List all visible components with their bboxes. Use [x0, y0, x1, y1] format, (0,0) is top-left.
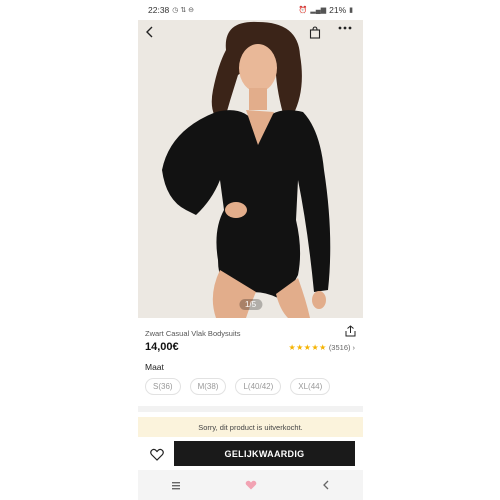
product-info: Zwart Casual Vlak Bodysuits 14,00€ ★★★★★… [138, 318, 363, 406]
battery-icon: ▮ [349, 7, 353, 14]
share-icon[interactable] [345, 324, 356, 342]
chevron-right-icon: › [352, 342, 356, 352]
model-photo [138, 20, 363, 318]
image-counter: 1/5 [238, 299, 263, 310]
sold-out-notice: Sorry, dit product is uitverkocht. [138, 417, 363, 437]
product-title: Zwart Casual Vlak Bodysuits [145, 328, 241, 338]
similar-button[interactable]: GELIJKWAARDIG [174, 441, 355, 466]
shopping-bag-icon[interactable] [309, 26, 327, 44]
review-count: (3516) [328, 342, 351, 352]
back-icon[interactable] [144, 26, 162, 44]
size-options: S(36) M(38) L(40/42) XL(44) [145, 378, 331, 395]
product-price: 14,00€ [145, 341, 179, 353]
phone-screen: 22:38 ◷ ⇅ ⊖ ⏰ ▂▄▆ 21% ▮ 1/5 Zwart Casual… [138, 0, 363, 500]
more-options-icon[interactable] [338, 26, 356, 44]
rating-link[interactable]: ★★★★★ (3516) › [288, 343, 355, 352]
size-option-xl[interactable]: XL(44) [290, 378, 331, 395]
action-bar: GELIJKWAARDIG [138, 441, 363, 466]
section-divider [138, 406, 363, 412]
size-option-l[interactable]: L(40/42) [235, 378, 282, 395]
battery-level: 21% [329, 5, 347, 15]
size-label: Maat [145, 362, 164, 372]
home-icon[interactable] [241, 475, 261, 495]
notification-icons: ◷ ⇅ ⊖ [172, 7, 195, 14]
size-option-m[interactable]: M(38) [189, 378, 227, 395]
rating-stars: ★★★★★ [288, 342, 327, 352]
system-nav-bar [138, 470, 363, 500]
size-option-s[interactable]: S(36) [145, 378, 181, 395]
alarm-icon: ⏰ [298, 7, 308, 14]
product-image[interactable]: 1/5 [138, 20, 363, 318]
status-bar: 22:38 ◷ ⇅ ⊖ ⏰ ▂▄▆ 21% ▮ [138, 0, 363, 20]
status-time: 22:38 [148, 5, 170, 15]
signal-icon: ▂▄▆ [310, 7, 327, 14]
recent-apps-icon[interactable] [166, 475, 186, 495]
wishlist-heart-icon[interactable] [148, 445, 166, 463]
back-nav-icon[interactable] [316, 475, 336, 495]
